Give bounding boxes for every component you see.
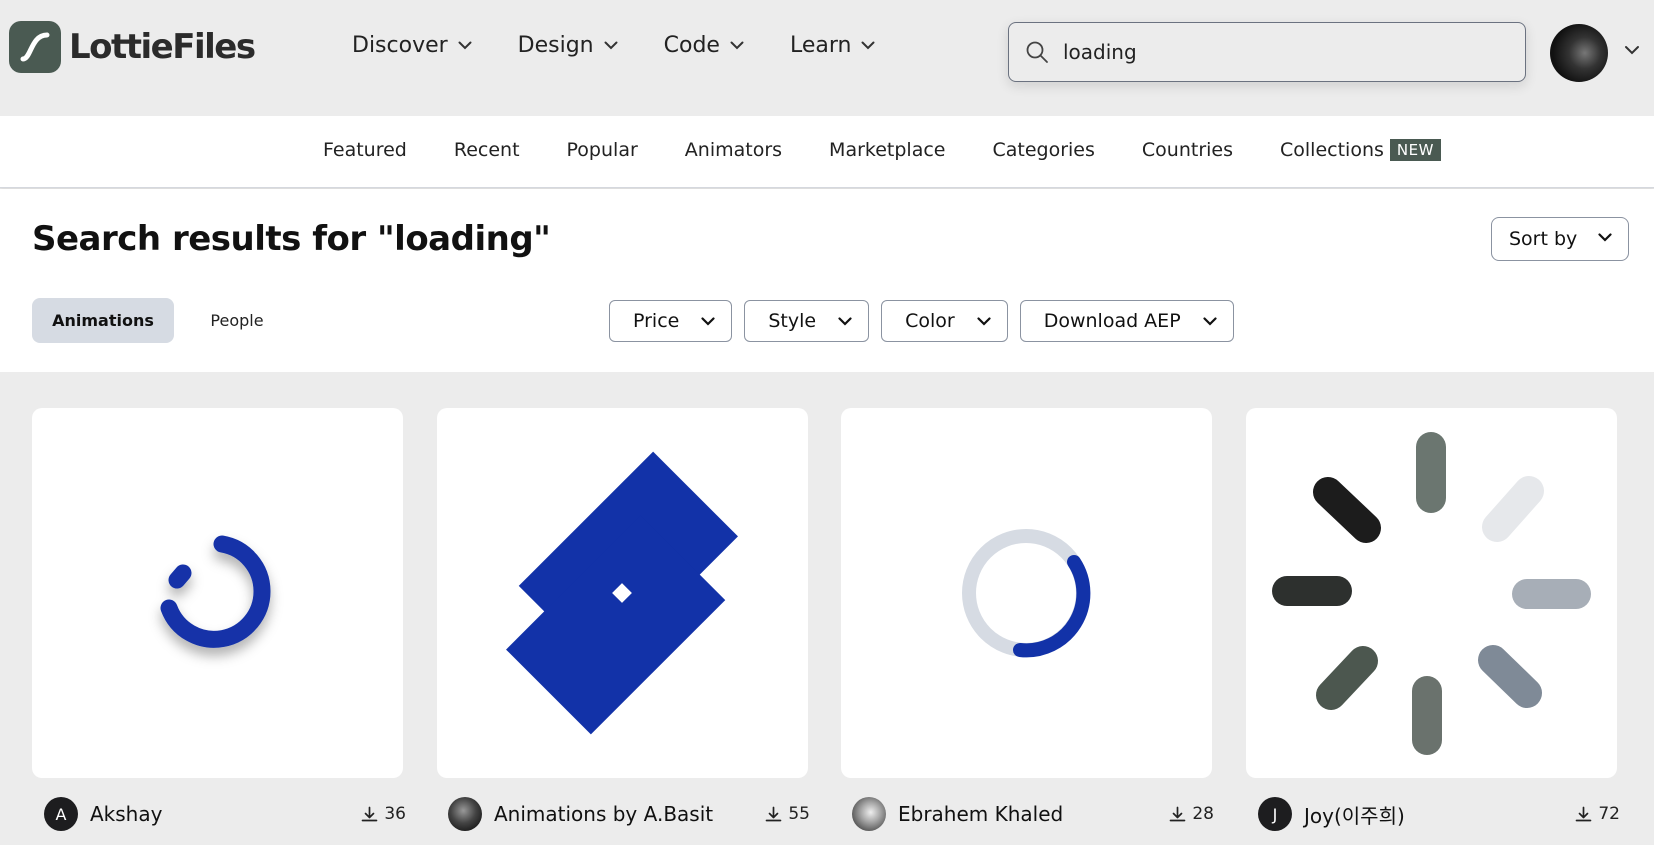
- chevron-down-icon: [701, 316, 715, 326]
- subnav-featured[interactable]: Featured: [323, 139, 407, 161]
- results-header: Search results for "loading" Sort by Ani…: [0, 189, 1654, 372]
- card-meta: J Joy(이주희) 72: [1258, 796, 1620, 832]
- new-badge: NEW: [1389, 139, 1441, 161]
- filter-style-label: Style: [768, 310, 817, 332]
- search-input[interactable]: [1063, 40, 1483, 64]
- logo[interactable]: LottieFiles: [9, 21, 256, 73]
- subnav-collections[interactable]: Collections NEW: [1280, 139, 1441, 161]
- filter-color-label: Color: [905, 310, 955, 332]
- chevron-down-icon: [977, 316, 991, 326]
- page-title: Search results for "loading": [32, 219, 551, 259]
- nav-learn[interactable]: Learn: [790, 33, 876, 58]
- subnav-animators[interactable]: Animators: [685, 139, 782, 161]
- author-avatar[interactable]: [448, 797, 482, 831]
- chevron-down-icon: [861, 41, 875, 50]
- lottiefiles-logo-icon: [9, 21, 61, 73]
- author-name[interactable]: Animations by A.Basit: [494, 802, 713, 826]
- search-box: [1008, 22, 1526, 82]
- search-icon: [1026, 41, 1048, 63]
- crossed-squares-animation: [506, 451, 738, 735]
- download-icon: [1576, 806, 1592, 821]
- nav-code[interactable]: Code: [664, 33, 744, 58]
- tab-people[interactable]: People: [192, 298, 282, 343]
- spinner-arc-animation: [160, 535, 271, 648]
- chevron-down-icon[interactable]: [1624, 45, 1640, 55]
- download-icon: [362, 806, 378, 821]
- download-count: 55: [765, 804, 810, 824]
- author-name[interactable]: Joy(이주희): [1304, 800, 1405, 829]
- top-header: LottieFiles Discover Design Code Learn: [0, 0, 1654, 116]
- radial-spinner-animation: [1272, 432, 1591, 755]
- filter-price-label: Price: [633, 310, 680, 332]
- sort-by-button[interactable]: Sort by: [1491, 217, 1629, 261]
- author-avatar[interactable]: J: [1258, 797, 1292, 831]
- author-avatar[interactable]: A: [44, 797, 78, 831]
- subnav-countries[interactable]: Countries: [1142, 139, 1233, 161]
- sort-by-label: Sort by: [1509, 228, 1578, 250]
- chevron-down-icon: [604, 41, 618, 50]
- author-name[interactable]: Ebrahem Khaled: [898, 802, 1063, 826]
- chevron-down-icon: [458, 41, 472, 50]
- download-count: 28: [1169, 804, 1214, 824]
- filter-price[interactable]: Price: [609, 300, 733, 342]
- card-meta: A Akshay 36: [44, 796, 406, 832]
- filter-download-aep-label: Download AEP: [1043, 310, 1181, 332]
- nav-design-label: Design: [517, 33, 594, 58]
- download-count: 72: [1575, 804, 1620, 824]
- nav-discover[interactable]: Discover: [352, 33, 472, 58]
- subnav-categories[interactable]: Categories: [992, 139, 1094, 161]
- nav-learn-label: Learn: [789, 33, 852, 58]
- animation-card-preview[interactable]: [437, 408, 808, 778]
- chevron-down-icon: [838, 316, 852, 326]
- subnav-recent[interactable]: Recent: [454, 139, 520, 161]
- chevron-down-icon: [1598, 233, 1612, 242]
- animation-card-preview[interactable]: [1246, 408, 1617, 778]
- brand-name: LottieFiles: [69, 27, 256, 67]
- user-avatar[interactable]: [1550, 24, 1608, 82]
- chevron-down-icon: [1203, 316, 1217, 326]
- subnav-marketplace[interactable]: Marketplace: [829, 139, 945, 161]
- nav-design[interactable]: Design: [518, 33, 618, 58]
- tab-animations[interactable]: Animations: [32, 298, 174, 343]
- author-name[interactable]: Akshay: [90, 802, 162, 826]
- filter-style[interactable]: Style: [744, 300, 870, 342]
- card-meta: Animations by A.Basit 55: [448, 796, 810, 832]
- download-icon: [766, 806, 782, 821]
- card-meta: Ebrahem Khaled 28: [852, 796, 1214, 832]
- nav-code-label: Code: [663, 33, 720, 58]
- sub-nav: Featured Recent Popular Animators Market…: [0, 116, 1654, 188]
- animation-card-preview[interactable]: [841, 408, 1212, 778]
- download-count-value: 55: [788, 804, 810, 824]
- download-icon: [1170, 806, 1186, 821]
- nav-discover-label: Discover: [352, 33, 448, 58]
- subnav-popular[interactable]: Popular: [567, 139, 638, 161]
- main-nav: Discover Design Code Learn: [352, 33, 921, 58]
- subnav-collections-label: Collections: [1280, 139, 1384, 161]
- filter-download-aep[interactable]: Download AEP: [1019, 300, 1234, 342]
- download-count-value: 28: [1192, 804, 1214, 824]
- filter-color[interactable]: Color: [881, 300, 1008, 342]
- download-count-value: 72: [1598, 804, 1620, 824]
- chevron-down-icon: [730, 41, 744, 50]
- download-count-value: 36: [384, 804, 406, 824]
- filter-bar: Price Style Color Download AEP: [609, 300, 1246, 342]
- ring-progress-animation: [962, 529, 1091, 658]
- author-avatar[interactable]: [852, 797, 886, 831]
- download-count: 36: [361, 804, 406, 824]
- animation-card-preview[interactable]: [32, 408, 403, 778]
